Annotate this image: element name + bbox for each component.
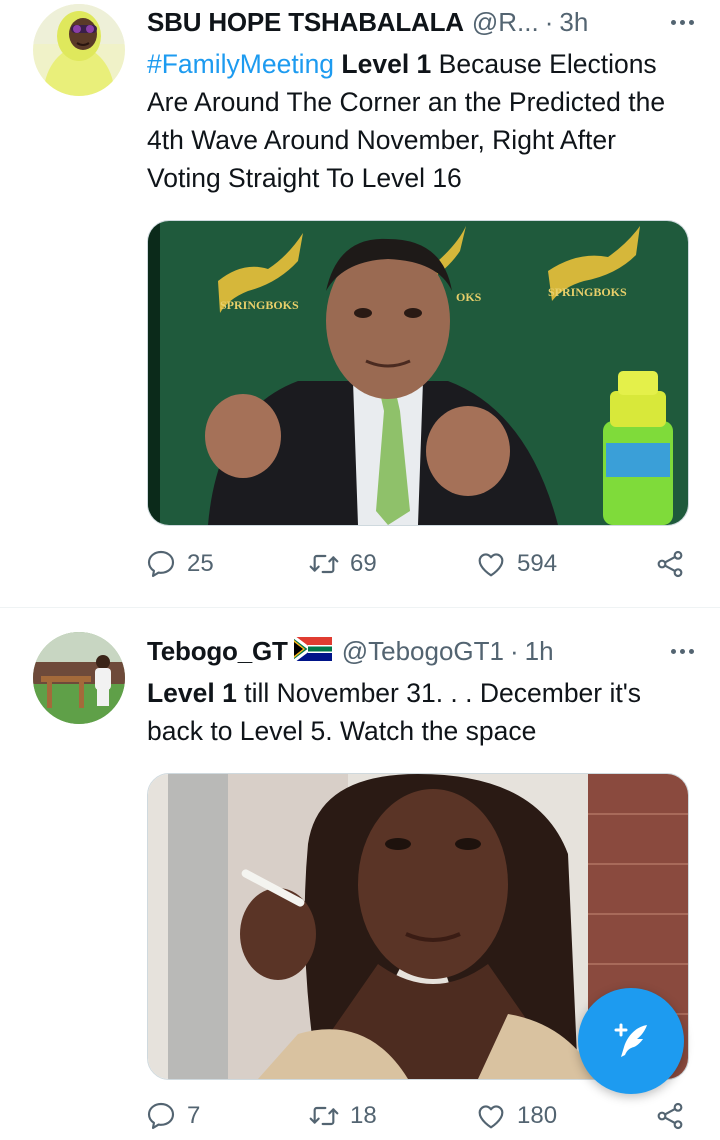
heart-icon [478,553,504,577]
reply-icon [147,550,175,578]
retweet-count: 18 [350,1102,377,1129]
tweet[interactable]: SBU HOPE TSHABALALA @R... · 3h #FamilyMe… [0,0,720,606]
like-count: 180 [517,1102,558,1129]
timestamp[interactable]: 1h [525,636,554,667]
like-button[interactable]: 180 [475,1100,557,1132]
tweet-header: SBU HOPE TSHABALALA @R... · 3h [147,2,704,42]
avatar[interactable] [33,632,125,724]
reply-button[interactable]: 25 [145,548,214,580]
timestamp[interactable]: 3h [559,7,588,38]
reply-icon [147,1102,175,1130]
more-options-icon[interactable] [661,636,704,666]
hashtag-link[interactable]: #FamilyMeeting [147,49,334,79]
reply-button[interactable]: 7 [145,1100,200,1132]
reply-count: 25 [187,550,214,577]
retweet-icon [309,1106,339,1126]
compose-tweet-button[interactable] [578,988,684,1094]
like-count: 594 [517,550,558,577]
display-name[interactable]: Tebogo_GT [147,636,288,667]
separator: · [509,635,519,666]
banner-text: SPRINGBOKS [548,285,627,299]
avatar[interactable] [33,4,125,96]
share-icon [657,550,683,578]
more-options-icon[interactable] [661,7,704,37]
share-button[interactable] [654,548,686,580]
tweet-text: #FamilyMeeting Level 1 Because Elections… [147,45,695,197]
tweet-actions: 25 69 594 [145,548,690,588]
banner-text: SPRINGBOKS [220,298,299,312]
share-icon [657,1102,683,1130]
tweet-text: Level 1 till November 31. . . December i… [147,674,695,750]
separator: · [544,6,554,37]
tweet-actions: 7 18 180 [145,1100,690,1140]
tweet-bold-text: Level 1 [147,678,237,708]
retweet-icon [309,554,339,574]
user-handle[interactable]: @R... [472,7,539,38]
like-button[interactable]: 594 [475,548,557,580]
user-handle[interactable]: @TebogoGT1 [342,636,504,667]
tweet-media-image[interactable]: SPRINGBOKS OKS SPRINGBOKS [147,220,689,526]
reply-count: 7 [187,1102,201,1129]
retweet-button[interactable]: 18 [308,1100,377,1132]
display-name[interactable]: SBU HOPE TSHABALALA [147,7,464,38]
heart-icon [478,1105,504,1129]
south-africa-flag-icon [292,635,332,666]
tweet-bold-text: Level 1 [341,49,432,79]
share-button[interactable] [654,1100,686,1132]
tweet-header: Tebogo_GT @TebogoGT1 · 1h [147,631,704,671]
banner-text: OKS [456,290,482,304]
retweet-count: 69 [350,550,377,577]
compose-tweet-icon [614,1023,647,1057]
retweet-button[interactable]: 69 [308,548,377,580]
